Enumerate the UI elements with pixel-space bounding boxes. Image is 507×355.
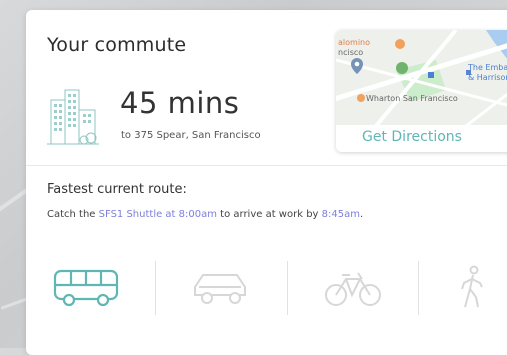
mode-divider: [418, 261, 419, 315]
route-description: Catch the SFS1 Shuttle at 8:00am to arri…: [47, 209, 363, 220]
commute-duration: 45 mins: [120, 86, 240, 120]
bus-icon[interactable]: [51, 267, 123, 309]
commute-destination: to 375 Spear, San Francisco: [121, 130, 261, 141]
get-directions-button[interactable]: Get Directions: [336, 125, 507, 152]
mode-divider: [155, 261, 156, 315]
route-prefix: Catch the: [47, 209, 99, 220]
map-label-palomino: alomino: [338, 38, 370, 47]
city-buildings-icon: [47, 89, 99, 145]
arrival-time-link[interactable]: 8:45am: [322, 209, 360, 220]
transport-mode-selector: [26, 255, 507, 317]
car-icon[interactable]: [191, 271, 251, 307]
map-label-harrison: & Harrison S: [468, 73, 507, 82]
route-middle: to arrive at work by: [216, 209, 322, 220]
shuttle-link[interactable]: SFS1 Shuttle at 8:00am: [99, 209, 217, 220]
map-label-wharton: Wharton San Francisco: [366, 94, 458, 103]
directions-map-card[interactable]: alomino ncisco The Embarc & Harrison S W…: [336, 30, 507, 152]
bicycle-icon[interactable]: [324, 269, 384, 307]
card-title: Your commute: [47, 34, 187, 56]
walking-icon[interactable]: [458, 265, 488, 309]
map-label-embarcadero: The Embarc: [468, 63, 507, 72]
section-divider: [26, 165, 507, 166]
route-heading: Fastest current route:: [47, 182, 187, 197]
route-suffix: .: [359, 209, 364, 220]
mode-divider: [287, 261, 288, 315]
commute-card: Your commute 45 mins to 375 Spear, San F…: [26, 10, 507, 355]
map-label-sf: ncisco: [338, 48, 364, 57]
